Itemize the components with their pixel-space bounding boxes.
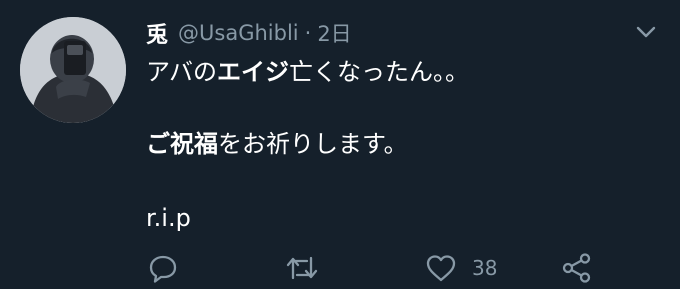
heart-icon <box>426 255 456 282</box>
retweet-icon <box>286 256 318 280</box>
reply-icon <box>149 255 177 283</box>
retweet-button[interactable] <box>284 250 320 286</box>
tweet-line-2: ご祝福をお祈りします。 <box>146 128 646 160</box>
text-segment: 亡くなったん。。 <box>289 58 470 86</box>
tweet-line-3: r.i.p <box>146 204 191 232</box>
avatar-image <box>20 17 126 123</box>
tweet-header: 兎 @UsaGhibli · 2日 <box>146 16 352 50</box>
share-icon <box>562 253 591 283</box>
timestamp[interactable]: 2日 <box>317 18 351 48</box>
separator-dot: · <box>304 21 312 45</box>
chevron-down-icon[interactable] <box>634 22 658 42</box>
tweet-actions: 38 <box>146 250 616 286</box>
user-handle[interactable]: @UsaGhibli <box>178 21 299 45</box>
tweet-text: アバのエイジ亡くなったん。。 ご祝福をお祈りします。 r.i.p <box>146 56 646 234</box>
text-segment-bold: エイジ <box>217 58 290 86</box>
display-name[interactable]: 兎 <box>146 17 168 49</box>
tweet-card[interactable]: 兎 @UsaGhibli · 2日 アバのエイジ亡くなったん。。 ご祝福をお祈り… <box>0 0 680 289</box>
tweet-line-1: アバのエイジ亡くなったん。。 <box>146 56 646 88</box>
share-button[interactable] <box>560 250 594 286</box>
like-count: 38 <box>472 256 498 280</box>
text-segment: をお祈りします。 <box>218 130 408 158</box>
avatar[interactable] <box>20 17 126 123</box>
text-segment: アバの <box>146 58 218 86</box>
text-segment-bold: ご祝福 <box>146 130 218 158</box>
like-button[interactable]: 38 <box>424 250 497 286</box>
reply-button[interactable] <box>146 250 180 286</box>
